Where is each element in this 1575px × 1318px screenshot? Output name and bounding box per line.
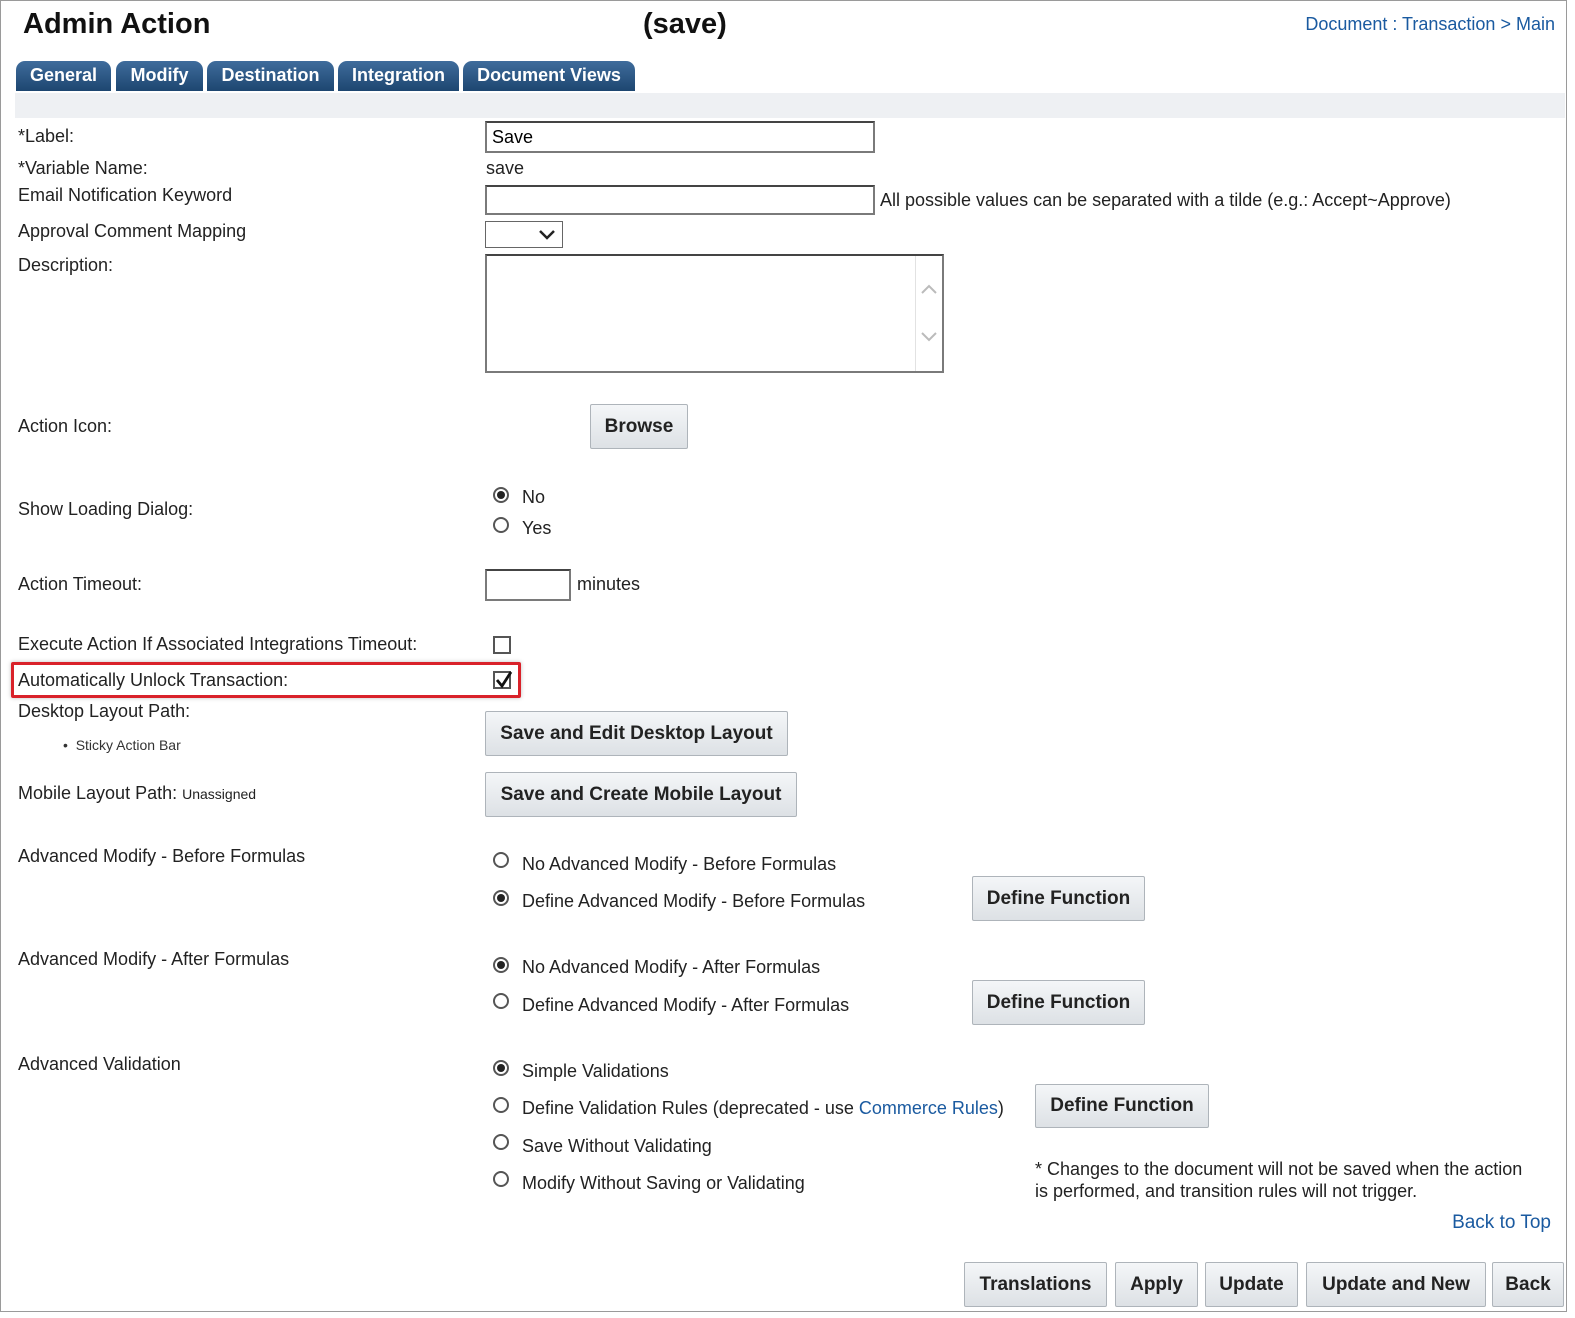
show-loading-yes-radio[interactable] <box>493 517 509 533</box>
validation-simple-label: Simple Validations <box>522 1061 669 1081</box>
breadcrumb-document-link[interactable]: Document : Transaction <box>1305 14 1495 34</box>
checkmark-icon <box>495 671 513 689</box>
email-keyword-hint: All possible values can be separated wit… <box>880 190 1451 210</box>
adv-before-define-label: Define Advanced Modify - Before Formulas <box>522 891 866 911</box>
email-keyword-label: Email Notification Keyword <box>18 185 233 205</box>
mobile-layout-value: Unassigned <box>182 786 257 802</box>
validation-simple-radio[interactable] <box>493 1060 509 1076</box>
adv-after-no-radio[interactable] <box>493 957 509 973</box>
adv-validation-label: Advanced Validation <box>18 1054 181 1074</box>
desktop-layout-item: • Sticky Action Bar <box>63 737 181 753</box>
back-button[interactable]: Back <box>1492 1262 1564 1307</box>
save-without-validating-radio[interactable] <box>493 1134 509 1150</box>
mobile-layout-label: Mobile Layout Path: Unassigned <box>18 783 257 803</box>
tab-modify[interactable]: Modify <box>116 61 203 91</box>
description-scrollbar[interactable] <box>915 256 942 371</box>
label-field-label: *Label: <box>18 126 75 146</box>
tab-general[interactable]: General <box>16 61 111 91</box>
adv-before-label: Advanced Modify - Before Formulas <box>18 846 306 866</box>
modify-without-saving-radio[interactable] <box>493 1171 509 1187</box>
email-keyword-input[interactable] <box>485 185 875 215</box>
chevron-down-icon <box>539 230 555 240</box>
translations-button[interactable]: Translations <box>964 1262 1107 1307</box>
action-icon-label: Action Icon: <box>18 416 113 436</box>
validation-note-line2: is performed, and transition rules will … <box>1035 1181 1418 1201</box>
action-timeout-unit: minutes <box>577 574 641 594</box>
update-and-new-button[interactable]: Update and New <box>1306 1262 1486 1307</box>
tab-content-band <box>15 93 1565 118</box>
adv-before-no-radio[interactable] <box>493 852 509 868</box>
tab-integration[interactable]: Integration <box>338 61 459 91</box>
validation-note-line1: * Changes to the document will not be sa… <box>1035 1159 1523 1179</box>
auto-unlock-checkbox[interactable] <box>493 671 513 689</box>
modify-without-saving-label: Modify Without Saving or Validating <box>522 1173 805 1193</box>
approval-comment-label: Approval Comment Mapping <box>18 221 247 241</box>
page-title: Admin Action <box>23 8 211 40</box>
validation-rules-label: Define Validation Rules (deprecated - us… <box>522 1098 1004 1118</box>
page-subtitle: (save) <box>643 8 727 40</box>
show-loading-yes-label: Yes <box>522 518 552 538</box>
save-create-mobile-layout-button[interactable]: Save and Create Mobile Layout <box>485 772 797 817</box>
scroll-up-icon[interactable] <box>920 282 938 296</box>
adv-after-label: Advanced Modify - After Formulas <box>18 949 290 969</box>
back-to-top-link[interactable]: Back to Top <box>1452 1212 1551 1234</box>
save-without-validating-label: Save Without Validating <box>522 1136 712 1156</box>
define-function-before-button[interactable]: Define Function <box>972 876 1145 921</box>
auto-unlock-label: Automatically Unlock Transaction: <box>18 670 289 690</box>
execute-if-timeout-label: Execute Action If Associated Integration… <box>18 634 418 654</box>
define-function-validation-button[interactable]: Define Function <box>1035 1084 1209 1128</box>
show-loading-label: Show Loading Dialog: <box>18 499 194 519</box>
show-loading-no-label: No <box>522 487 546 507</box>
show-loading-no-radio[interactable] <box>493 487 509 503</box>
description-label: Description: <box>18 255 114 275</box>
breadcrumb-main-link[interactable]: Main <box>1516 14 1555 34</box>
tab-destination[interactable]: Destination <box>207 61 334 91</box>
action-timeout-label: Action Timeout: <box>18 574 143 594</box>
validation-rules-radio[interactable] <box>493 1097 509 1113</box>
variable-name-value: save <box>486 158 525 178</box>
breadcrumb-separator: > <box>1500 14 1511 34</box>
adv-after-no-label: No Advanced Modify - After Formulas <box>522 957 821 977</box>
commerce-rules-link[interactable]: Commerce Rules <box>859 1098 998 1118</box>
description-textarea[interactable] <box>485 254 944 373</box>
adv-after-define-radio[interactable] <box>493 993 509 1009</box>
desktop-layout-item-label: Sticky Action Bar <box>75 737 181 753</box>
approval-comment-select[interactable] <box>485 221 563 248</box>
scroll-down-icon[interactable] <box>920 330 938 344</box>
execute-if-timeout-checkbox[interactable] <box>493 636 511 654</box>
desktop-layout-label: Desktop Layout Path: <box>18 701 191 721</box>
update-button[interactable]: Update <box>1205 1262 1298 1307</box>
adv-before-no-label: No Advanced Modify - Before Formulas <box>522 854 837 874</box>
label-input[interactable] <box>485 121 875 153</box>
define-function-after-button[interactable]: Define Function <box>972 980 1145 1025</box>
action-timeout-input[interactable] <box>485 569 571 601</box>
browse-button[interactable]: Browse <box>590 404 688 449</box>
breadcrumb: Document : Transaction > Main <box>1305 14 1555 35</box>
bullet-icon: • <box>63 737 68 753</box>
variable-name-label: *Variable Name: <box>18 158 148 178</box>
tab-document-views[interactable]: Document Views <box>463 61 635 91</box>
adv-before-define-radio[interactable] <box>493 890 509 906</box>
save-edit-desktop-layout-button[interactable]: Save and Edit Desktop Layout <box>485 711 788 756</box>
adv-after-define-label: Define Advanced Modify - After Formulas <box>522 995 850 1015</box>
apply-button[interactable]: Apply <box>1115 1262 1198 1307</box>
